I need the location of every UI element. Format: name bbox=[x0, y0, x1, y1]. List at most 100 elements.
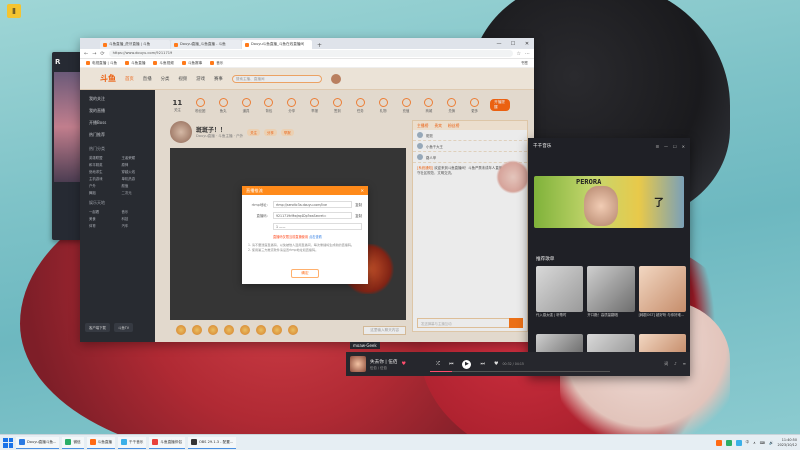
shuffle-icon[interactable]: ⤮ bbox=[436, 361, 440, 367]
minimize-button[interactable]: — bbox=[492, 41, 506, 47]
taskbar-item-music[interactable]: 千千音乐 bbox=[118, 436, 147, 449]
category-link[interactable]: 音乐 bbox=[122, 209, 152, 214]
gift-icon[interactable] bbox=[224, 325, 234, 335]
category-link[interactable]: 原神 bbox=[122, 162, 152, 167]
playlist-card[interactable]: 代入感太强 | 听歌时 bbox=[536, 266, 584, 317]
player-banner[interactable]: PERORA 了 bbox=[534, 176, 684, 228]
tab-2[interactable]: Douyu直播_斗鱼直播 - 斗鱼 bbox=[171, 40, 241, 49]
nav-live[interactable]: 直播 bbox=[143, 76, 152, 82]
playlist-cover[interactable] bbox=[587, 334, 635, 354]
category-link[interactable]: 体育 bbox=[89, 223, 119, 228]
toolbar-item[interactable]: 分享 bbox=[284, 97, 299, 113]
sound-effect-icon[interactable]: ♪ bbox=[674, 361, 677, 367]
danmaku-input[interactable]: 发送弹幕与主播互动 bbox=[417, 318, 523, 328]
start-button[interactable] bbox=[3, 437, 13, 448]
star-icon[interactable]: ☆ bbox=[517, 51, 521, 57]
menu-item-boss[interactable]: 开播Boss bbox=[84, 117, 151, 129]
category-link[interactable]: 科技 bbox=[122, 216, 152, 221]
menu-icon[interactable]: ⋯ bbox=[525, 51, 530, 57]
gift-icon[interactable] bbox=[176, 325, 186, 335]
player-menu-icon[interactable]: ☰ bbox=[655, 144, 659, 149]
previous-icon[interactable]: ⏮ bbox=[449, 361, 454, 367]
tray-app-icon[interactable] bbox=[735, 439, 742, 446]
confirm-button[interactable]: 确定 bbox=[291, 269, 319, 278]
lyrics-button[interactable]: 词 bbox=[664, 361, 668, 367]
gift-icon[interactable] bbox=[208, 325, 218, 335]
toolbar-item[interactable]: 任务 bbox=[353, 97, 368, 113]
tab-vip[interactable]: 贵宾 bbox=[434, 123, 442, 128]
toolbar-item[interactable]: 充值 bbox=[399, 97, 414, 113]
rank-row[interactable]: 小鱼干大王 bbox=[413, 141, 527, 152]
tray-app-icon[interactable] bbox=[715, 439, 722, 446]
nav-match[interactable]: 赛事 bbox=[214, 76, 223, 82]
new-tab-button[interactable]: + bbox=[313, 42, 326, 49]
progress-track[interactable] bbox=[430, 371, 610, 372]
douyu-tv-button[interactable]: 斗鱼TV bbox=[113, 323, 134, 332]
line-select[interactable]: 1 —— bbox=[273, 223, 362, 230]
bookmark-1[interactable]: 电视直播 | 斗鱼 bbox=[86, 61, 117, 66]
menu-item-hot[interactable]: 热门推荐 bbox=[84, 129, 151, 141]
tray-app-icon[interactable] bbox=[725, 439, 732, 446]
bookmark-2[interactable]: 斗鱼直播 bbox=[125, 61, 145, 66]
category-link[interactable]: 一起看 bbox=[89, 209, 119, 214]
taskbar-item-wechat[interactable]: 微信 bbox=[62, 436, 84, 449]
desktop-shortcut[interactable]: Ⅱ bbox=[4, 4, 24, 28]
toolbar-item[interactable]: 礼物 bbox=[376, 97, 391, 113]
category-link[interactable]: 美食 bbox=[89, 216, 119, 221]
forward-icon[interactable]: → bbox=[92, 51, 96, 57]
like-icon[interactable]: ♥ bbox=[401, 361, 405, 367]
category-link[interactable]: 单机热游 bbox=[122, 176, 152, 181]
player-minimize-button[interactable]: — bbox=[664, 144, 668, 149]
toolbar-item[interactable]: 道具 bbox=[239, 97, 254, 113]
close-button[interactable]: ✕ bbox=[520, 41, 534, 47]
gift-icon[interactable] bbox=[272, 325, 282, 335]
menu-item-mylive[interactable]: 我的直播 bbox=[84, 105, 151, 117]
taskbar-item-companion[interactable]: 斗鱼直播伴侣 bbox=[149, 436, 185, 449]
bookmark-5[interactable]: 音乐 bbox=[210, 61, 223, 66]
favorite-icon[interactable]: ♥ bbox=[494, 361, 498, 367]
category-link[interactable]: 二次元 bbox=[122, 190, 152, 195]
toolbar-item[interactable]: 商城 bbox=[421, 97, 436, 113]
player-close-button[interactable]: ✕ bbox=[682, 144, 685, 149]
gift-icon[interactable] bbox=[256, 325, 266, 335]
now-playing-cover[interactable] bbox=[350, 356, 366, 372]
gift-icon[interactable] bbox=[288, 325, 298, 335]
playlist-cover[interactable] bbox=[536, 334, 584, 354]
maximize-button[interactable]: ☐ bbox=[506, 41, 520, 47]
queue-icon[interactable]: ≡ bbox=[683, 361, 686, 367]
category-link[interactable]: 主机游戏 bbox=[89, 176, 119, 181]
send-button[interactable] bbox=[509, 318, 523, 328]
playlist-card[interactable]: [韩剧OST] 超好听 与你好难... bbox=[638, 266, 686, 317]
streamer-avatar[interactable] bbox=[170, 121, 192, 143]
site-logo[interactable]: 斗鱼 bbox=[100, 73, 116, 84]
playlist-cover[interactable] bbox=[638, 334, 686, 354]
nav-home[interactable]: 首页 bbox=[125, 76, 134, 82]
tab-1[interactable]: 斗鱼直播_虎牙直播 | 斗鱼 bbox=[100, 40, 170, 49]
report-button[interactable]: 举报 bbox=[280, 128, 294, 136]
taskbar-item-douyu[interactable]: 斗鱼直播 bbox=[86, 436, 116, 449]
tab-3-active[interactable]: Douyu斗鱼直播_斗鱼在线直播间 bbox=[242, 40, 312, 49]
back-icon[interactable]: ← bbox=[84, 51, 88, 57]
site-search-input[interactable]: 搜索主播、直播间 bbox=[231, 74, 322, 83]
live-reminder-button[interactable]: 开播提醒 bbox=[490, 99, 510, 111]
toolbar-item[interactable]: 举报 bbox=[307, 97, 322, 113]
category-link[interactable]: 英雄联盟 bbox=[89, 155, 119, 160]
menu-item-follow[interactable]: 我的关注 bbox=[84, 93, 151, 105]
key-field[interactable]: 9211719rMwJrq4Dp?wsSecret= bbox=[273, 212, 353, 219]
background-window[interactable]: R bbox=[52, 52, 82, 240]
tray-expand-icon[interactable]: ∧ bbox=[753, 441, 756, 445]
rtmp-field[interactable]: rtmp://sendtc3a.douyu.com/live bbox=[273, 201, 353, 208]
volume-icon[interactable]: 🔊 bbox=[769, 441, 773, 445]
address-input[interactable]: https://www.douyu.com/9211719 bbox=[108, 50, 513, 57]
category-link[interactable]: 汽车 bbox=[122, 223, 152, 228]
category-link[interactable]: 穿越火线 bbox=[122, 169, 152, 174]
taskbar-item-obs[interactable]: OBS 29.1.3 - 配置... bbox=[187, 436, 237, 449]
chat-input[interactable]: 这里输入聊天内容 bbox=[363, 325, 406, 335]
nav-video[interactable]: 视频 bbox=[178, 76, 187, 82]
copy-rtmp-button[interactable]: 复制 bbox=[355, 202, 362, 207]
toolbar-item[interactable]: 兑换 bbox=[444, 97, 459, 113]
gift-icon[interactable] bbox=[192, 325, 202, 335]
category-link[interactable]: 舞蹈 bbox=[89, 190, 119, 195]
category-link[interactable]: 王者荣耀 bbox=[122, 155, 152, 160]
category-link[interactable]: 颜值 bbox=[122, 183, 152, 188]
